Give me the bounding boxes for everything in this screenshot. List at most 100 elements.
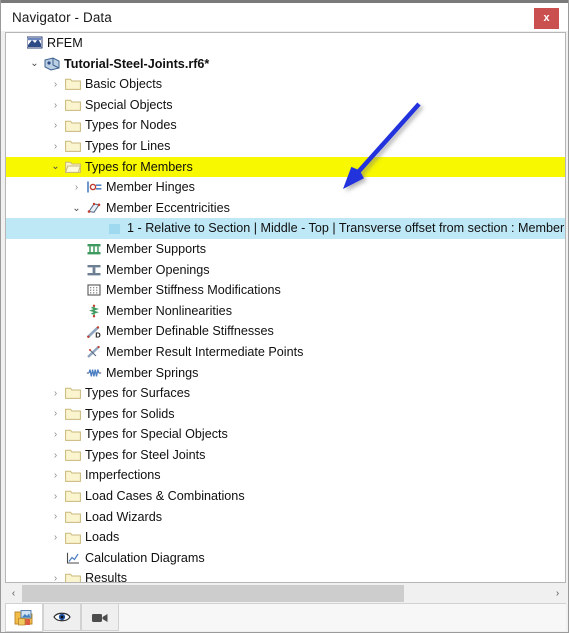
tree-row-member-eccentricities[interactable]: ⌄ Member Eccentricities <box>6 198 565 219</box>
folder-icon <box>63 489 83 503</box>
tree-row-types-for-special-objects[interactable]: › Types for Special Objects <box>6 424 565 445</box>
tree-row-project[interactable]: ⌄ Tutorial-Steel-Joints.rf6* <box>6 54 565 75</box>
tree-row-types-for-members[interactable]: ⌄ Types for Members <box>6 156 565 178</box>
tree-item-label: Member Eccentricities <box>106 200 230 215</box>
chevron-down-icon[interactable]: ⌄ <box>69 203 84 214</box>
chevron-right-icon[interactable]: › <box>48 511 63 522</box>
tree-row-member-supports[interactable]: ›Member Supports <box>6 239 565 260</box>
window-titlebar: Navigator - Data x <box>1 0 568 31</box>
member-openings-icon <box>84 263 104 277</box>
member-hinges-icon <box>84 180 104 194</box>
tree-row-results[interactable]: › Results <box>6 568 565 583</box>
tree-row-rfem[interactable]: › RFEM <box>6 33 565 54</box>
window-title: Navigator - Data <box>12 9 112 25</box>
tree-row-member-springs[interactable]: ›Member Springs <box>6 363 565 384</box>
tree-item-label: Member Definable Stiffnesses <box>106 324 274 339</box>
tree-row-member-definable-stiffnesses[interactable]: ›DMember Definable Stiffnesses <box>6 321 565 342</box>
tree-item-label: Types for Surfaces <box>85 386 190 401</box>
data-navigator-tree[interactable]: › RFEM ⌄ Tutorial-Steel-Joints.rf6* <box>5 32 566 583</box>
folder-icon <box>63 98 83 112</box>
tree-row-member-result-intermediate-points[interactable]: ›Member Result Intermediate Points <box>6 342 565 363</box>
tree-node-list: › Basic Objects › Special Objects › Types for… <box>6 74 565 583</box>
tree-row-imperfections[interactable]: › Imperfections <box>6 465 565 486</box>
chevron-right-icon[interactable]: › <box>48 450 63 461</box>
chevron-right-icon[interactable]: › <box>48 141 63 152</box>
tree-item-label: Types for Members <box>85 159 193 174</box>
tree-row-member-openings[interactable]: ›Member Openings <box>6 260 565 281</box>
chevron-right-icon[interactable]: › <box>48 388 63 399</box>
tree-row-loads[interactable]: › Loads <box>6 527 565 548</box>
tree-row-member-hinges[interactable]: › Member Hinges <box>6 177 565 198</box>
display-navigator-tab[interactable] <box>43 604 81 631</box>
tree-row-member-stiffness-modifications[interactable]: ›Member Stiffness Modifications <box>6 280 565 301</box>
member-nonlinearities-icon <box>84 304 104 318</box>
tree-item-label: Member Supports <box>106 241 207 256</box>
tree-row-1-relative-to-section-middle-top-transvers[interactable]: ›1 - Relative to Section | Middle - Top … <box>6 218 565 239</box>
views-navigator-tab[interactable] <box>81 604 119 631</box>
member-definable-stiffness-icon: D <box>84 325 104 339</box>
folder-icon <box>63 469 83 483</box>
folder-icon <box>63 572 83 582</box>
chevron-right-icon[interactable]: › <box>48 429 63 440</box>
tree-row-types-for-surfaces[interactable]: › Types for Surfaces <box>6 383 565 404</box>
tree-row-member-nonlinearities[interactable]: ›Member Nonlinearities <box>6 301 565 322</box>
tree-item-label: 1 - Relative to Section | Middle - Top |… <box>127 221 565 236</box>
tree-item-label: Loads <box>85 530 120 545</box>
tree-item-label: Special Objects <box>85 97 173 112</box>
tree-row-types-for-lines[interactable]: › Types for Lines <box>6 136 565 157</box>
chevron-right-icon[interactable]: › <box>48 120 63 131</box>
scrollbar-track[interactable] <box>22 585 549 602</box>
folder-icon <box>63 119 83 133</box>
tree-row-basic-objects[interactable]: › Basic Objects <box>6 74 565 95</box>
folder-open-icon <box>63 160 83 174</box>
tree-item-label: Types for Nodes <box>85 118 177 133</box>
chevron-right-icon[interactable]: › <box>48 573 63 582</box>
eye-icon <box>53 610 71 624</box>
tree-item-label: Member Springs <box>106 365 199 380</box>
folder-icon <box>63 531 83 545</box>
tree-row-types-for-nodes[interactable]: › Types for Nodes <box>6 115 565 136</box>
model-file-icon <box>42 57 62 71</box>
member-springs-icon <box>84 366 104 380</box>
chevron-right-icon[interactable]: › <box>48 491 63 502</box>
folder-icon <box>63 428 83 442</box>
eccentricity-item-icon <box>105 222 125 236</box>
horizontal-scrollbar[interactable]: ‹ › <box>5 585 566 602</box>
tree-item-label: Load Wizards <box>85 509 162 524</box>
chevron-right-icon[interactable]: › <box>48 532 63 543</box>
tree-item-label: Load Cases & Combinations <box>85 489 245 504</box>
tree-item-label: Member Nonlinearities <box>106 303 232 318</box>
folder-icon <box>63 407 83 421</box>
tree-row-types-for-steel-joints[interactable]: › Types for Steel Joints <box>6 445 565 466</box>
scrollbar-thumb[interactable] <box>22 585 405 602</box>
chevron-right-icon[interactable]: › <box>48 470 63 481</box>
chevron-left-icon[interactable]: ‹ <box>5 585 22 602</box>
tree-label-project: Tutorial-Steel-Joints.rf6* <box>64 56 210 71</box>
folder-icon <box>63 386 83 400</box>
tree-row-load-cases-combinations[interactable]: › Load Cases & Combinations <box>6 486 565 507</box>
navigator-window: Navigator - Data x › RFEM ⌄ <box>0 0 569 633</box>
data-navigator-tab[interactable] <box>5 604 43 632</box>
chevron-right-icon[interactable]: › <box>69 182 84 193</box>
folder-icon <box>63 510 83 524</box>
tree-row-special-objects[interactable]: › Special Objects <box>6 95 565 116</box>
svg-text:D: D <box>95 330 101 338</box>
tree-item-label: Basic Objects <box>85 77 162 92</box>
tree-item-label: Member Openings <box>106 262 210 277</box>
chevron-down-icon[interactable]: ⌄ <box>48 161 63 172</box>
close-icon[interactable]: x <box>534 8 559 29</box>
chevron-down-icon[interactable]: ⌄ <box>27 58 42 69</box>
calculation-diagram-icon <box>63 551 83 565</box>
chevron-right-icon[interactable]: › <box>48 79 63 90</box>
chevron-right-icon[interactable]: › <box>48 100 63 111</box>
tree-row-types-for-solids[interactable]: › Types for Solids <box>6 404 565 425</box>
tree-item-label: Results <box>85 571 127 583</box>
tree-item-label: Types for Lines <box>85 138 171 153</box>
tree-row-load-wizards[interactable]: › Load Wizards <box>6 507 565 528</box>
member-eccentricities-icon <box>84 201 104 215</box>
chevron-right-icon[interactable]: › <box>48 408 63 419</box>
tree-row-calculation-diagrams[interactable]: ›Calculation Diagrams <box>6 548 565 569</box>
chevron-right-icon[interactable]: › <box>549 585 566 602</box>
tree-item-label: Member Result Intermediate Points <box>106 344 304 359</box>
tree-item-label: Member Stiffness Modifications <box>106 283 281 298</box>
